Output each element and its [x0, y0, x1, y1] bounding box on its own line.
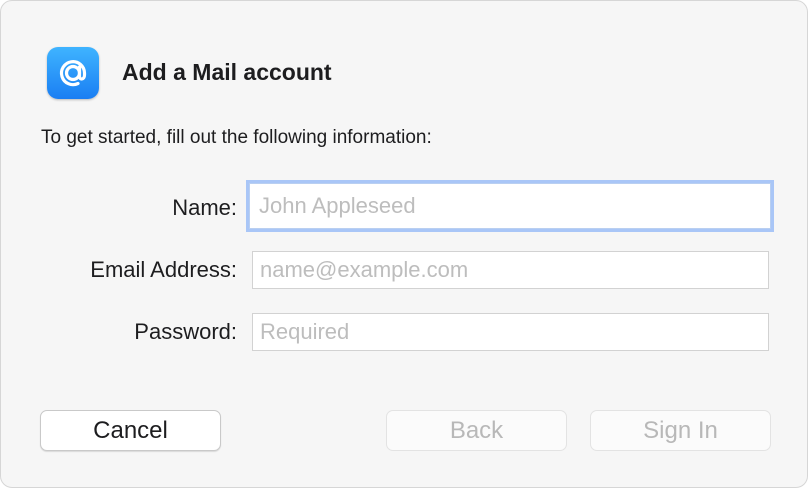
sign-in-button[interactable]: Sign In [590, 410, 771, 451]
dialog-title: Add a Mail account [122, 59, 332, 85]
name-label: Name: [172, 195, 237, 220]
back-button[interactable]: Back [386, 410, 567, 451]
cancel-button[interactable]: Cancel [40, 410, 221, 451]
intro-text: To get started, fill out the following i… [41, 127, 432, 148]
add-mail-account-dialog: Add a Mail account To get started, fill … [0, 0, 808, 488]
at-sign-glyph [59, 60, 87, 87]
password-label: Password: [134, 319, 237, 344]
email-address-label: Email Address: [90, 257, 237, 282]
name-field[interactable] [249, 183, 771, 229]
at-sign-icon [47, 47, 99, 99]
email-field[interactable] [252, 251, 769, 289]
password-field[interactable] [252, 313, 769, 351]
